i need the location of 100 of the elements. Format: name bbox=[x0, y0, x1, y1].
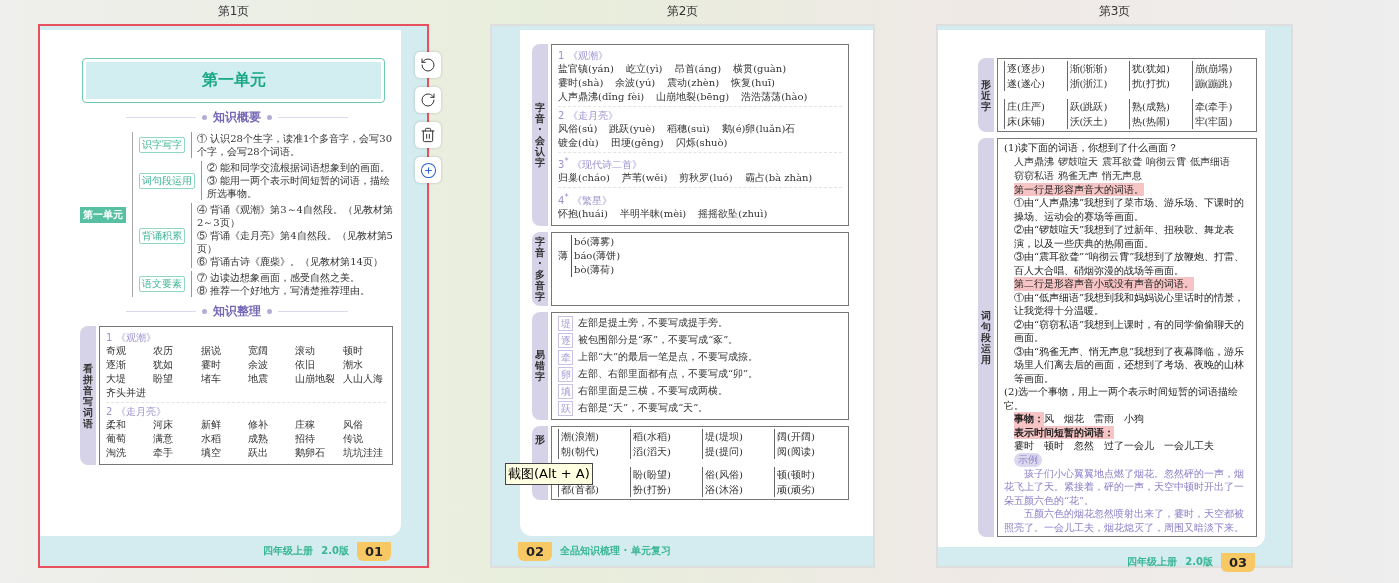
answer-text: ②由“窃窃私语”我想到上课时，有的同学偷偷聊天的画面。 bbox=[1013, 317, 1246, 345]
similar-char: 蹦(蹦跳) bbox=[1194, 77, 1234, 91]
similar-char: 顽(顽劣) bbox=[777, 482, 816, 497]
example-text: 五颜六色的烟花忽然喷射出来了，霎时，天空都被照亮了。一会儿工夫，烟花熄灭了，周围又暗淡下来。 bbox=[1004, 507, 1245, 534]
similar-char: 浴(沐浴) bbox=[705, 482, 744, 497]
delete-button[interactable] bbox=[415, 122, 441, 148]
answer-text: ③由“震耳欲聋”“响彻云霄”我想到了放鞭炮、打雷、百人大合唱、硝烟弥漫的战场等画面。 bbox=[1013, 250, 1246, 277]
word: 怀抱(huái) bbox=[558, 206, 608, 221]
word: 鹅(é)卵(luǎn)石 bbox=[721, 122, 796, 136]
word: 鸦雀无声 bbox=[1058, 168, 1098, 183]
similar-char: 庄(庄严) bbox=[1007, 100, 1046, 114]
word: 震动(zhèn) bbox=[667, 76, 720, 90]
similar-char: 朝(朝代) bbox=[561, 444, 600, 459]
word: 悄无声息 bbox=[1102, 168, 1142, 183]
word: 鹅卵石 bbox=[295, 446, 327, 460]
similar-char: 扮(打扮) bbox=[633, 482, 672, 497]
word: 齐头并进 bbox=[106, 386, 147, 400]
word: 稻穗(suì) bbox=[667, 122, 710, 136]
word: 余波 bbox=[248, 358, 269, 372]
word: 锣鼓喧天 bbox=[1058, 154, 1098, 169]
similar-char: 堤(堤坝) bbox=[705, 429, 744, 444]
plus-circle-icon bbox=[419, 161, 437, 179]
similar-char: 提(提问) bbox=[705, 444, 744, 459]
word: 柔和 bbox=[106, 418, 127, 432]
page-number: 01 bbox=[356, 541, 391, 561]
section-side-label: 词句段运用 bbox=[978, 138, 994, 537]
word: 昂首(áng) bbox=[674, 62, 722, 76]
similar-char: 阔(开阔) bbox=[777, 429, 816, 444]
grade-label: 四年级上册 bbox=[1127, 555, 1178, 569]
highlighted-label: 事物： bbox=[1014, 412, 1044, 426]
answer-text: ②由“锣鼓喧天”我想到了过新年、扭秧歌、舞龙表演，以及一些庆典的热闹画面。 bbox=[1013, 223, 1236, 250]
question-text: (2)选一个事物，用上一两个表示时间短暂的词语描绘它。 bbox=[1004, 385, 1240, 412]
word: 余波(yú) bbox=[615, 76, 656, 90]
similar-char: 稻(水稻) bbox=[633, 429, 672, 444]
page-label: 第2页 bbox=[666, 3, 699, 20]
answer-text: 霎时 顿时 忽然 过了一会儿 一会儿工夫 bbox=[1014, 439, 1214, 453]
word: 淘洗 bbox=[106, 446, 127, 460]
word: 霎时(shà) bbox=[558, 76, 604, 90]
word: 坑坑洼洼 bbox=[342, 446, 384, 460]
reading: bó(薄雾) bbox=[574, 234, 616, 249]
error-char: 跃 bbox=[558, 400, 573, 416]
polyphone-char: 薄 bbox=[558, 248, 568, 263]
word: 低声细语 bbox=[1190, 154, 1230, 169]
word: 传说 bbox=[342, 432, 364, 446]
highlighted-text: 第一行是形容声音大的词语。 bbox=[1014, 182, 1144, 196]
section-side-label: 字音·多音字 bbox=[532, 231, 548, 306]
answer-text: 风 烟花 雷雨 小狗 bbox=[1044, 412, 1144, 426]
similar-char: 盼(盼望) bbox=[633, 467, 672, 482]
page-number: 02 bbox=[518, 541, 553, 561]
highlighted-text: 第二行是形容声音小或没有声音的词语。 bbox=[1014, 277, 1194, 291]
error-note: 左部是提土旁，不要写成提手旁。 bbox=[578, 316, 728, 331]
similar-char: 扰(打扰) bbox=[1132, 77, 1171, 91]
word: 牵手 bbox=[153, 446, 175, 460]
similar-char: 潮(浪潮) bbox=[561, 429, 600, 444]
word: 半明半昧(mèi) bbox=[619, 206, 687, 221]
similar-char: 逐(逐步) bbox=[1007, 62, 1046, 76]
error-char: 牵 bbox=[558, 349, 573, 365]
page-number: 03 bbox=[1220, 552, 1255, 572]
word: 人声鼎沸 bbox=[1014, 154, 1054, 169]
page-label: 第3页 bbox=[1098, 3, 1131, 20]
trash-icon bbox=[420, 127, 436, 143]
error-note: 上部“大”的最后一笔是点，不要写成捺。 bbox=[578, 350, 759, 365]
word: 顿时 bbox=[342, 344, 364, 358]
rotate-right-button[interactable] bbox=[415, 87, 441, 113]
word: 镀金(dù) bbox=[558, 136, 599, 150]
word: 风俗 bbox=[342, 418, 364, 432]
word: 招待 bbox=[295, 432, 317, 446]
page-label: 第1页 bbox=[217, 3, 250, 20]
error-note: 左部、右部里面都有点，不要写成“卯”。 bbox=[578, 367, 759, 382]
rotate-right-icon bbox=[420, 92, 436, 108]
word: 响彻云霄 bbox=[1146, 154, 1186, 169]
mindmap-branch: 语文要素 bbox=[139, 276, 185, 292]
series-name: 全品知识梳理 · 单元复习 bbox=[560, 544, 671, 558]
answer-text: ③由“鸦雀无声、悄无声息”我想到了夜幕降临，游乐场里人们离去后的画面，还想到了考场、夜晚的山林等画面。 bbox=[1013, 344, 1246, 385]
similar-char: 顿(顿时) bbox=[777, 467, 816, 482]
word: 新鲜 bbox=[200, 418, 222, 432]
group-title: 4$^{*}$ 《繁星》 bbox=[558, 190, 613, 207]
word: 山崩地裂 bbox=[295, 372, 337, 386]
add-button[interactable] bbox=[415, 157, 441, 183]
word: 山崩地裂(bēng) bbox=[656, 90, 730, 104]
rotate-left-button[interactable] bbox=[415, 52, 441, 78]
word: 窃窃私语 bbox=[1014, 168, 1054, 183]
word: 跃出 bbox=[248, 446, 269, 460]
word: 横贯(guàn) bbox=[733, 62, 787, 76]
section-heading: 知识概要 bbox=[212, 109, 261, 126]
similar-char: 俗(风俗) bbox=[705, 467, 744, 482]
similar-char: 牵(牵手) bbox=[1194, 100, 1234, 114]
mindmap-root: 第一单元 bbox=[80, 206, 126, 223]
grade-label: 四年级上册 bbox=[263, 544, 314, 558]
word: 风俗(sú) bbox=[558, 122, 598, 136]
group-title: 1 《观潮》 bbox=[106, 331, 157, 344]
error-char: 堤 bbox=[558, 315, 573, 331]
word: 滚动 bbox=[295, 344, 317, 358]
word: 震耳欲聋 bbox=[1102, 154, 1142, 169]
word: 恢复(huī) bbox=[731, 76, 775, 90]
word: 霎时 bbox=[200, 358, 222, 372]
example-tag: 示例 bbox=[1014, 452, 1042, 467]
page-thumbnail[interactable] bbox=[38, 24, 429, 568]
word: 潮水 bbox=[342, 358, 364, 372]
reading: bò(薄荷) bbox=[574, 262, 616, 277]
